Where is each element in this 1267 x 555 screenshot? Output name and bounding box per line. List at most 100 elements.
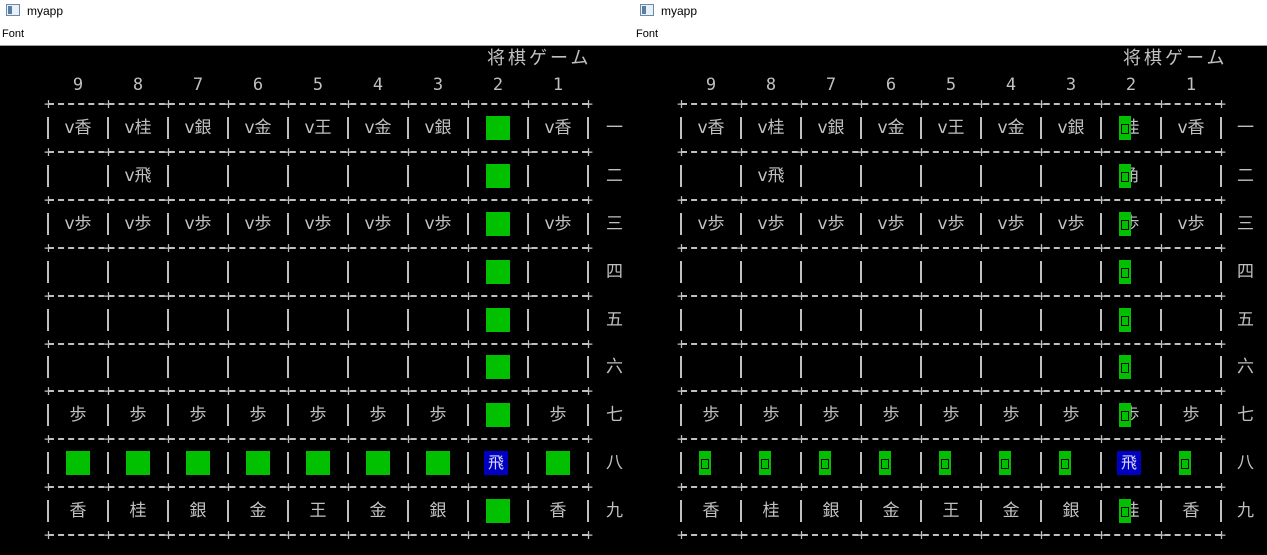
shogi-piece[interactable]: 桂 [109, 499, 167, 523]
cursor-highlight[interactable] [1179, 451, 1191, 476]
shogi-piece[interactable]: 香 [682, 499, 740, 523]
shogi-piece[interactable]: v銀 [409, 116, 467, 140]
shogi-piece[interactable]: v歩 [1162, 212, 1220, 236]
shogi-piece[interactable]: 歩 [1102, 403, 1160, 427]
cursor-highlight[interactable] [699, 451, 711, 476]
shogi-piece[interactable]: v香 [49, 116, 107, 140]
shogi-piece[interactable]: v歩 [349, 212, 407, 236]
cursor-highlight[interactable] [186, 451, 210, 476]
shogi-piece[interactable]: v歩 [409, 212, 467, 236]
cursor-highlight[interactable] [486, 115, 510, 140]
shogi-piece[interactable]: 歩 [169, 403, 227, 427]
cursor-highlight[interactable] [486, 163, 510, 188]
shogi-piece[interactable]: v金 [862, 116, 920, 140]
menu-item-font[interactable]: Font [636, 27, 658, 41]
shogi-piece[interactable]: 金 [862, 499, 920, 523]
shogi-piece[interactable]: v歩 [682, 212, 740, 236]
cursor-highlight[interactable] [1119, 403, 1131, 428]
shogi-piece[interactable]: 歩 [862, 403, 920, 427]
shogi-piece[interactable]: v香 [682, 116, 740, 140]
shogi-piece[interactable]: v王 [922, 116, 980, 140]
shogi-piece[interactable]: 銀 [1042, 499, 1100, 523]
shogi-piece[interactable]: 歩 [742, 403, 800, 427]
shogi-piece[interactable]: v香 [529, 116, 587, 140]
shogi-piece[interactable]: 銀 [802, 499, 860, 523]
shogi-piece[interactable]: v銀 [802, 116, 860, 140]
shogi-piece[interactable]: v歩 [742, 212, 800, 236]
shogi-piece[interactable]: 角 [1102, 164, 1160, 188]
shogi-piece[interactable]: 金 [982, 499, 1040, 523]
shogi-piece[interactable]: 歩 [289, 403, 347, 427]
shogi-piece[interactable]: 歩 [109, 403, 167, 427]
cursor-highlight[interactable] [1119, 307, 1131, 332]
shogi-piece[interactable]: 香 [49, 499, 107, 523]
cursor-highlight[interactable] [246, 451, 270, 476]
shogi-piece[interactable]: v歩 [922, 212, 980, 236]
shogi-piece[interactable]: v歩 [862, 212, 920, 236]
shogi-piece[interactable]: 王 [289, 499, 347, 523]
shogi-piece[interactable]: 歩 [409, 403, 467, 427]
cursor-highlight[interactable] [306, 451, 330, 476]
cursor-highlight[interactable] [486, 259, 510, 284]
cursor-highlight[interactable] [546, 451, 570, 476]
menu-item-font[interactable]: Font [2, 27, 24, 41]
cursor-highlight[interactable] [366, 451, 390, 476]
shogi-piece[interactable]: 歩 [1102, 212, 1160, 236]
cursor-highlight[interactable] [1059, 451, 1071, 476]
shogi-piece[interactable]: v歩 [109, 212, 167, 236]
shogi-piece[interactable]: v銀 [1042, 116, 1100, 140]
selected-square[interactable]: 飛 [1117, 451, 1141, 476]
cursor-highlight[interactable] [486, 403, 510, 428]
cursor-highlight[interactable] [1119, 355, 1131, 380]
cursor-highlight[interactable] [486, 499, 510, 524]
shogi-piece[interactable]: 銀 [169, 499, 227, 523]
shogi-piece[interactable]: 歩 [529, 403, 587, 427]
shogi-piece[interactable]: v歩 [529, 212, 587, 236]
shogi-piece[interactable]: v歩 [982, 212, 1040, 236]
shogi-piece[interactable]: v歩 [49, 212, 107, 236]
cursor-highlight[interactable] [1119, 115, 1131, 140]
shogi-piece[interactable]: 歩 [49, 403, 107, 427]
cursor-highlight[interactable] [1119, 163, 1131, 188]
shogi-piece[interactable]: 歩 [1162, 403, 1220, 427]
shogi-piece[interactable]: v桂 [742, 116, 800, 140]
cursor-highlight[interactable] [1119, 259, 1131, 284]
shogi-piece[interactable]: v歩 [169, 212, 227, 236]
shogi-piece[interactable]: 金 [229, 499, 287, 523]
shogi-piece[interactable]: 歩 [229, 403, 287, 427]
shogi-piece[interactable]: v銀 [169, 116, 227, 140]
shogi-piece[interactable]: v飛 [109, 164, 167, 188]
shogi-piece[interactable]: 歩 [982, 403, 1040, 427]
shogi-piece[interactable]: 香 [529, 499, 587, 523]
shogi-piece[interactable]: v金 [982, 116, 1040, 140]
shogi-piece[interactable]: v金 [229, 116, 287, 140]
cursor-highlight[interactable] [999, 451, 1011, 476]
shogi-piece[interactable]: v歩 [289, 212, 347, 236]
shogi-piece[interactable]: v飛 [742, 164, 800, 188]
selected-square[interactable]: 飛 [484, 451, 508, 476]
cursor-highlight[interactable] [939, 451, 951, 476]
cursor-highlight[interactable] [1119, 499, 1131, 524]
cursor-highlight[interactable] [426, 451, 450, 476]
cursor-highlight[interactable] [879, 451, 891, 476]
shogi-piece[interactable]: v香 [1162, 116, 1220, 140]
shogi-piece[interactable]: 歩 [1042, 403, 1100, 427]
shogi-piece[interactable]: v王 [289, 116, 347, 140]
shogi-piece[interactable]: 王 [922, 499, 980, 523]
shogi-piece[interactable]: 銀 [409, 499, 467, 523]
shogi-piece[interactable]: 桂 [742, 499, 800, 523]
cursor-highlight[interactable] [66, 451, 90, 476]
shogi-piece[interactable]: 桂 [1102, 116, 1160, 140]
shogi-piece[interactable]: v金 [349, 116, 407, 140]
cursor-highlight[interactable] [759, 451, 771, 476]
cursor-highlight[interactable] [486, 307, 510, 332]
shogi-piece[interactable]: v歩 [1042, 212, 1100, 236]
cursor-highlight[interactable] [819, 451, 831, 476]
shogi-piece[interactable]: v歩 [229, 212, 287, 236]
shogi-piece[interactable]: 歩 [349, 403, 407, 427]
cursor-highlight[interactable] [1119, 211, 1131, 236]
shogi-piece[interactable]: v歩 [802, 212, 860, 236]
shogi-piece[interactable]: 歩 [922, 403, 980, 427]
shogi-piece[interactable]: 歩 [682, 403, 740, 427]
shogi-piece[interactable]: 歩 [802, 403, 860, 427]
